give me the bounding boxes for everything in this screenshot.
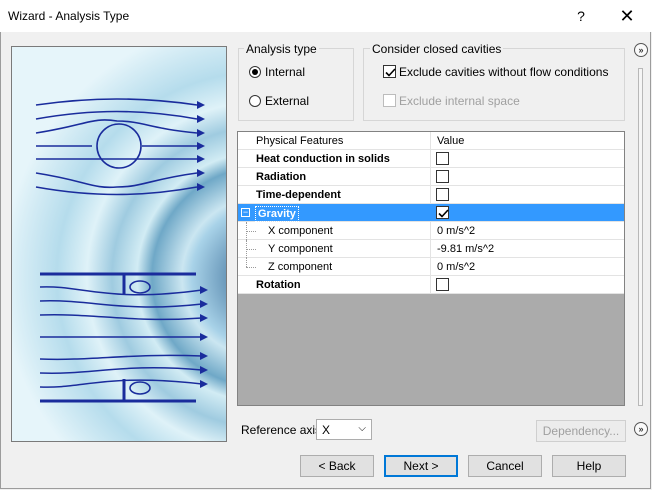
x-component-value[interactable]: 0 m/s^2 — [437, 225, 475, 237]
collapse-icon[interactable]: − — [241, 208, 250, 217]
table-row[interactable]: Time-dependent — [238, 186, 624, 204]
row-label: Gravity — [255, 206, 299, 222]
tree-branch — [246, 231, 256, 232]
y-component-value[interactable]: -9.81 m/s^2 — [437, 243, 494, 255]
row-label: Z component — [268, 261, 333, 273]
rotation-checkbox[interactable] — [436, 278, 449, 291]
exclude-internal-label: Exclude internal space — [399, 94, 520, 108]
heat-conduction-checkbox[interactable] — [436, 152, 449, 165]
tree-branch — [246, 249, 256, 250]
row-label: Y component — [268, 243, 333, 255]
table-row[interactable]: Radiation — [238, 168, 624, 186]
external-radio[interactable] — [249, 95, 261, 107]
header-physical-features: Physical Features — [256, 135, 344, 147]
checkmark-icon — [438, 209, 449, 218]
dependency-button[interactable]: Dependency... — [536, 420, 626, 442]
flow-lines-drawing — [35, 98, 208, 403]
scrollbar[interactable] — [638, 68, 643, 406]
help-title-button[interactable]: ? — [566, 4, 596, 28]
reference-axis-value: X — [322, 423, 331, 437]
row-label: X component — [268, 225, 333, 237]
exclude-no-flow-checkbox[interactable] — [383, 65, 396, 78]
reference-axis-select[interactable]: X ⌵ — [316, 419, 372, 440]
close-button[interactable]: ✕ — [610, 4, 644, 28]
row-label: Time-dependent — [256, 189, 341, 201]
header-value: Value — [437, 135, 465, 147]
row-label: Rotation — [256, 279, 301, 291]
row-label: Radiation — [256, 171, 307, 183]
analysis-type-group — [238, 48, 354, 121]
help-button[interactable]: Help — [552, 455, 626, 477]
expand-bottom-icon[interactable]: » — [634, 422, 648, 436]
next-button[interactable]: Next > — [384, 455, 458, 477]
gravity-checkbox[interactable] — [436, 206, 449, 219]
exclude-internal-checkbox[interactable] — [383, 94, 396, 107]
internal-label: Internal — [265, 65, 306, 79]
reference-axis-label: Reference axis: — [241, 423, 325, 437]
radiation-checkbox[interactable] — [436, 170, 449, 183]
table-row[interactable]: Heat conduction in solids — [238, 150, 624, 168]
cancel-button[interactable]: Cancel — [468, 455, 542, 477]
physical-features-grid: Physical Features Value Heat conduction … — [237, 131, 625, 406]
z-component-value[interactable]: 0 m/s^2 — [437, 261, 475, 273]
back-button[interactable]: < Back — [300, 455, 374, 477]
window-title: Wizard - Analysis Type — [8, 9, 130, 23]
checkmark-icon — [385, 68, 396, 77]
table-row-selected[interactable]: − Gravity — [238, 204, 624, 222]
tree-line — [246, 258, 247, 267]
expand-top-icon[interactable]: » — [634, 43, 648, 57]
analysis-type-legend: Analysis type — [244, 42, 319, 56]
table-row[interactable]: Y component -9.81 m/s^2 — [238, 240, 624, 258]
grid-header-row: Physical Features Value — [238, 132, 624, 150]
internal-radio[interactable] — [249, 66, 261, 78]
table-row[interactable]: X component 0 m/s^2 — [238, 222, 624, 240]
table-row[interactable]: Z component 0 m/s^2 — [238, 258, 624, 276]
tree-branch — [246, 267, 256, 268]
row-label: Heat conduction in solids — [256, 153, 390, 165]
exclude-no-flow-label: Exclude cavities without flow conditions — [399, 65, 609, 79]
external-label: External — [265, 94, 310, 108]
flow-illustration — [11, 46, 227, 442]
table-row[interactable]: Rotation — [238, 276, 624, 294]
closed-cavities-group — [363, 48, 625, 121]
closed-cavities-legend: Consider closed cavities — [370, 42, 504, 56]
time-dependent-checkbox[interactable] — [436, 188, 449, 201]
chevron-down-icon: ⌵ — [358, 423, 366, 434]
